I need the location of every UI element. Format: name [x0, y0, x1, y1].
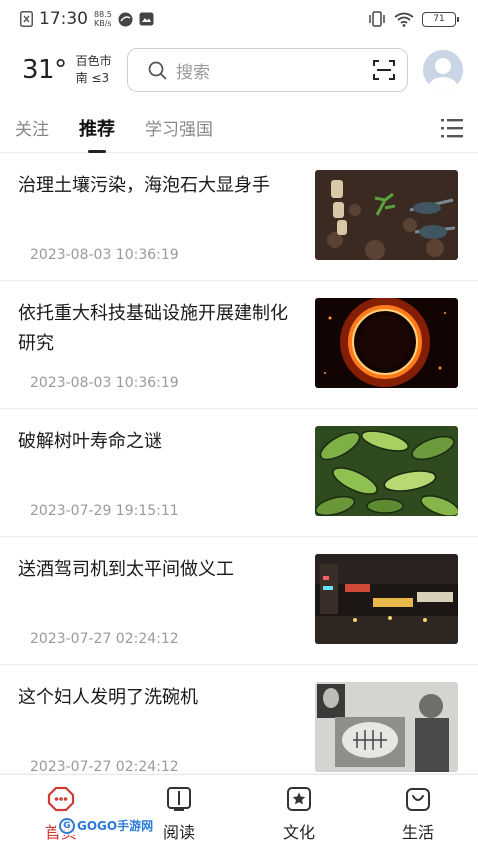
status-time: 17:30 — [39, 9, 88, 29]
watermark-logo-icon: G — [59, 817, 75, 834]
tab-recommend[interactable]: 推荐 — [79, 111, 115, 153]
notification-icon — [20, 11, 33, 27]
nav-life-label: 生活 — [401, 823, 434, 842]
article-time: 2023-07-27 02:24:12 — [30, 631, 179, 647]
nav-read-label: 阅读 — [162, 823, 195, 842]
article-time: 2023-08-03 10:36:19 — [30, 247, 179, 263]
article-title: 治理土壤污染，海泡石大显身手 — [18, 175, 270, 196]
book-icon — [165, 785, 193, 813]
nav-life[interactable]: 生活 — [378, 785, 458, 843]
watermark-text: GOGO手游网 — [77, 819, 154, 833]
net-speed: 88.5 KB/s — [94, 10, 112, 28]
list-item[interactable]: 治理土壤污染，海泡石大显身手 2023-08-03 10:36:19 — [0, 153, 478, 281]
tab-follow[interactable]: 关注 — [15, 111, 49, 144]
list-item[interactable]: 依托重大科技基础设施开展建制化研究 2023-08-03 10:36:19 — [0, 281, 478, 409]
article-time: 2023-08-03 10:36:19 — [30, 375, 179, 391]
article-title: 破解树叶寿命之谜 — [18, 431, 162, 452]
article-title: 依托重大科技基础设施开展建制化研究 — [18, 303, 288, 354]
wifi-icon — [394, 12, 414, 27]
list-item[interactable]: 破解树叶寿命之谜 2023-07-29 19:15:11 — [0, 409, 478, 537]
wind-info: 南 ≤3 — [75, 71, 110, 85]
list-item[interactable]: 这个妇人发明了洗碗机 2023-07-27 02:24:12 — [0, 665, 478, 773]
fire-ring-image — [315, 298, 458, 388]
vintage-photo-image — [315, 682, 458, 772]
search-input[interactable]: 搜索 — [176, 58, 210, 83]
temperature: 31° — [22, 55, 67, 85]
gallery-status-icon — [139, 12, 154, 26]
night-street-image — [315, 554, 458, 644]
bottom-nav: 首页 阅读 文化 生活 — [0, 774, 478, 850]
home-icon — [47, 785, 75, 813]
article-time: 2023-07-29 19:15:11 — [30, 503, 179, 519]
channel-menu-icon[interactable] — [441, 118, 463, 138]
app-status-icon — [118, 12, 133, 27]
list-item[interactable]: 送酒驾司机到太平间做义工 2023-07-27 02:24:12 — [0, 537, 478, 665]
article-title: 送酒驾司机到太平间做义工 — [18, 559, 234, 580]
channel-tabs: 关注 推荐 学习强国 — [0, 103, 478, 153]
article-feed: 治理土壤污染，海泡石大显身手 2023-08-03 10:36:19 依托重大科… — [0, 153, 478, 773]
weather-widget[interactable]: 31° 百色市 南 ≤3 — [22, 53, 122, 87]
watermark: G GOGO手游网 — [56, 816, 157, 835]
tab-xuexi[interactable]: 学习强国 — [145, 111, 213, 144]
article-time: 2023-07-27 02:24:12 — [30, 759, 179, 773]
search-bar[interactable]: 搜索 — [127, 48, 408, 92]
city-name: 百色市 — [75, 54, 112, 68]
app-header: 31° 百色市 南 ≤3 搜索 — [0, 38, 478, 102]
leaves-illustration-image — [315, 426, 458, 516]
article-title: 这个妇人发明了洗碗机 — [18, 687, 198, 708]
nav-culture-label: 文化 — [282, 823, 315, 842]
bag-icon — [404, 785, 432, 813]
star-icon — [285, 785, 313, 813]
scan-icon[interactable] — [373, 59, 395, 81]
battery-indicator: 71 — [422, 11, 459, 27]
soil-seedling-image — [315, 170, 458, 260]
status-bar: 17:30 88.5 KB/s 71 — [0, 0, 478, 38]
search-icon — [148, 61, 167, 80]
avatar[interactable] — [423, 50, 463, 90]
nav-culture[interactable]: 文化 — [259, 785, 339, 843]
vibrate-icon — [368, 11, 386, 27]
